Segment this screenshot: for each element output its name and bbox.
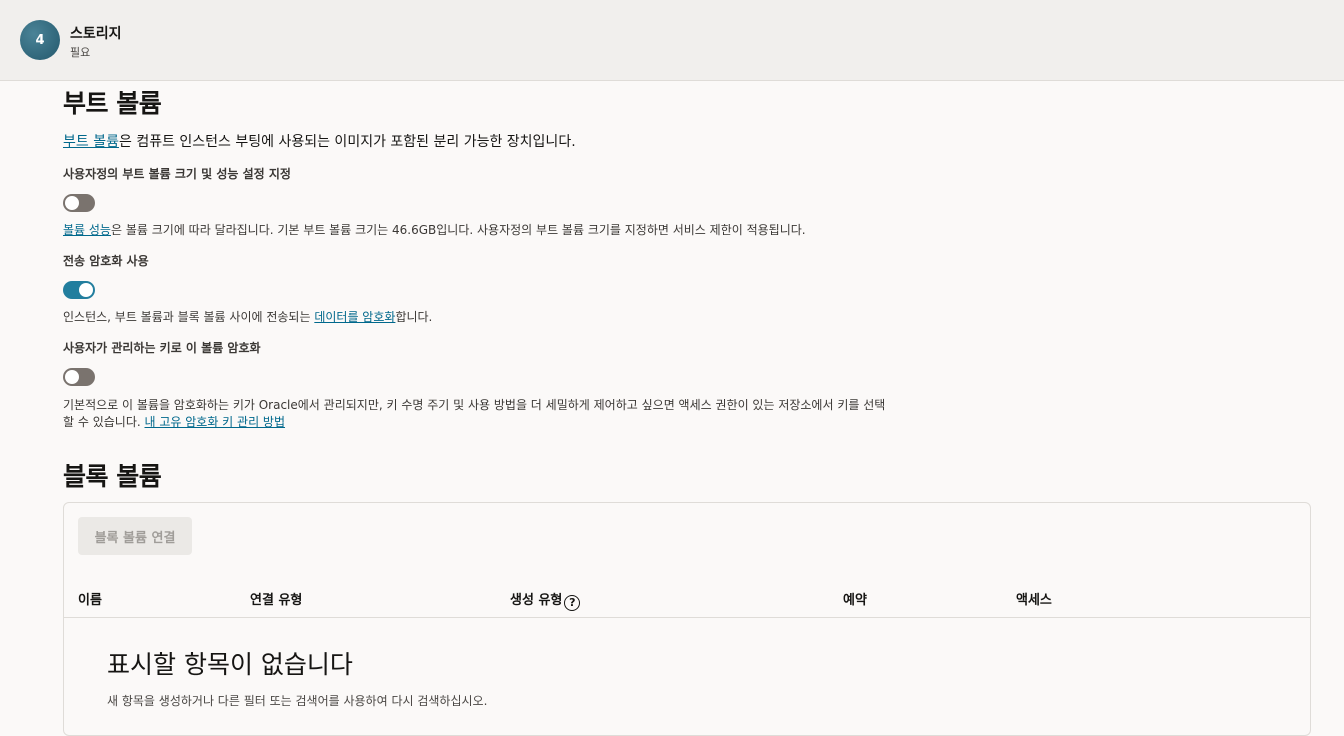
step-header: 4 스토리지 필요: [0, 0, 1344, 81]
toggle-knob: [79, 283, 93, 297]
empty-state-title: 표시할 항목이 없습니다: [107, 650, 353, 679]
column-header-reservation: 예약: [843, 593, 867, 608]
step-number-badge: 4: [20, 20, 60, 60]
in-transit-help-post: 합니다.: [395, 310, 433, 324]
in-transit-help-pre: 인스턴스, 부트 볼륨과 블록 볼륨 사이에 전송되는: [63, 310, 315, 324]
column-header-attach-type: 연결 유형: [250, 593, 303, 608]
volume-performance-link[interactable]: 볼륨 성능: [63, 223, 111, 237]
table-divider: [64, 617, 1310, 618]
encrypt-data-link[interactable]: 데이터를 암호화: [314, 310, 395, 324]
custom-size-toggle[interactable]: [63, 194, 95, 212]
block-volume-table-panel: 블록 볼륨 연결 이름 연결 유형 생성 유형? 예약 액세스 표시할 항목이 …: [63, 502, 1311, 736]
customer-key-toggle[interactable]: [63, 368, 95, 386]
in-transit-toggle[interactable]: [63, 281, 95, 299]
customer-key-help-line2: 할 수 있습니다. 내 고유 암호화 키 관리 방법: [63, 413, 285, 430]
boot-volume-intro-text: 은 컴퓨트 인스턴스 부팅에 사용되는 이미지가 포함된 분리 가능한 장치입니…: [118, 134, 576, 150]
attach-block-volume-button[interactable]: 블록 볼륨 연결: [78, 517, 192, 555]
boot-volume-doc-link[interactable]: 부트 볼륨: [63, 134, 119, 150]
question-circle-icon[interactable]: ?: [564, 595, 581, 611]
in-transit-help: 인스턴스, 부트 볼륨과 블록 볼륨 사이에 전송되는 데이터를 암호화합니다.: [63, 308, 432, 325]
custom-size-help-text: 은 볼륨 크기에 따라 달라집니다. 기본 부트 볼륨 크기는 46.6GB입니…: [110, 223, 806, 237]
customer-key-label: 사용자가 관리하는 키로 이 볼륨 암호화: [63, 341, 261, 355]
customer-key-help-text: 할 수 있습니다.: [63, 415, 145, 429]
custom-size-help: 볼륨 성능은 볼륨 크기에 따라 달라집니다. 기본 부트 볼륨 크기는 46.…: [63, 221, 806, 238]
column-header-create-type-label: 생성 유형: [510, 593, 563, 608]
step-required-label: 필요: [70, 46, 91, 59]
boot-volume-intro: 부트 볼륨은 컴퓨트 인스턴스 부팅에 사용되는 이미지가 포함된 분리 가능한…: [63, 131, 576, 151]
column-header-access: 액세스: [1016, 593, 1052, 608]
column-header-create-type: 생성 유형?: [510, 589, 581, 611]
custom-size-label: 사용자정의 부트 볼륨 크기 및 성능 설정 지정: [63, 167, 291, 181]
empty-state-message: 새 항목을 생성하거나 다른 필터 또는 검색어를 사용하여 다시 검색하십시오…: [107, 694, 488, 708]
customer-key-help-line1: 기본적으로 이 볼륨을 암호화하는 키가 Oracle에서 관리되지만, 키 수…: [63, 398, 886, 412]
block-volume-heading: 블록 볼륨: [63, 462, 162, 491]
in-transit-label: 전송 암호화 사용: [63, 254, 149, 268]
step-title: 스토리지: [70, 26, 122, 42]
column-header-name: 이름: [78, 593, 102, 608]
manage-keys-link[interactable]: 내 고유 암호화 키 관리 방법: [145, 415, 286, 429]
toggle-knob: [65, 370, 79, 384]
toggle-knob: [65, 196, 79, 210]
boot-volume-heading: 부트 볼륨: [63, 89, 162, 118]
